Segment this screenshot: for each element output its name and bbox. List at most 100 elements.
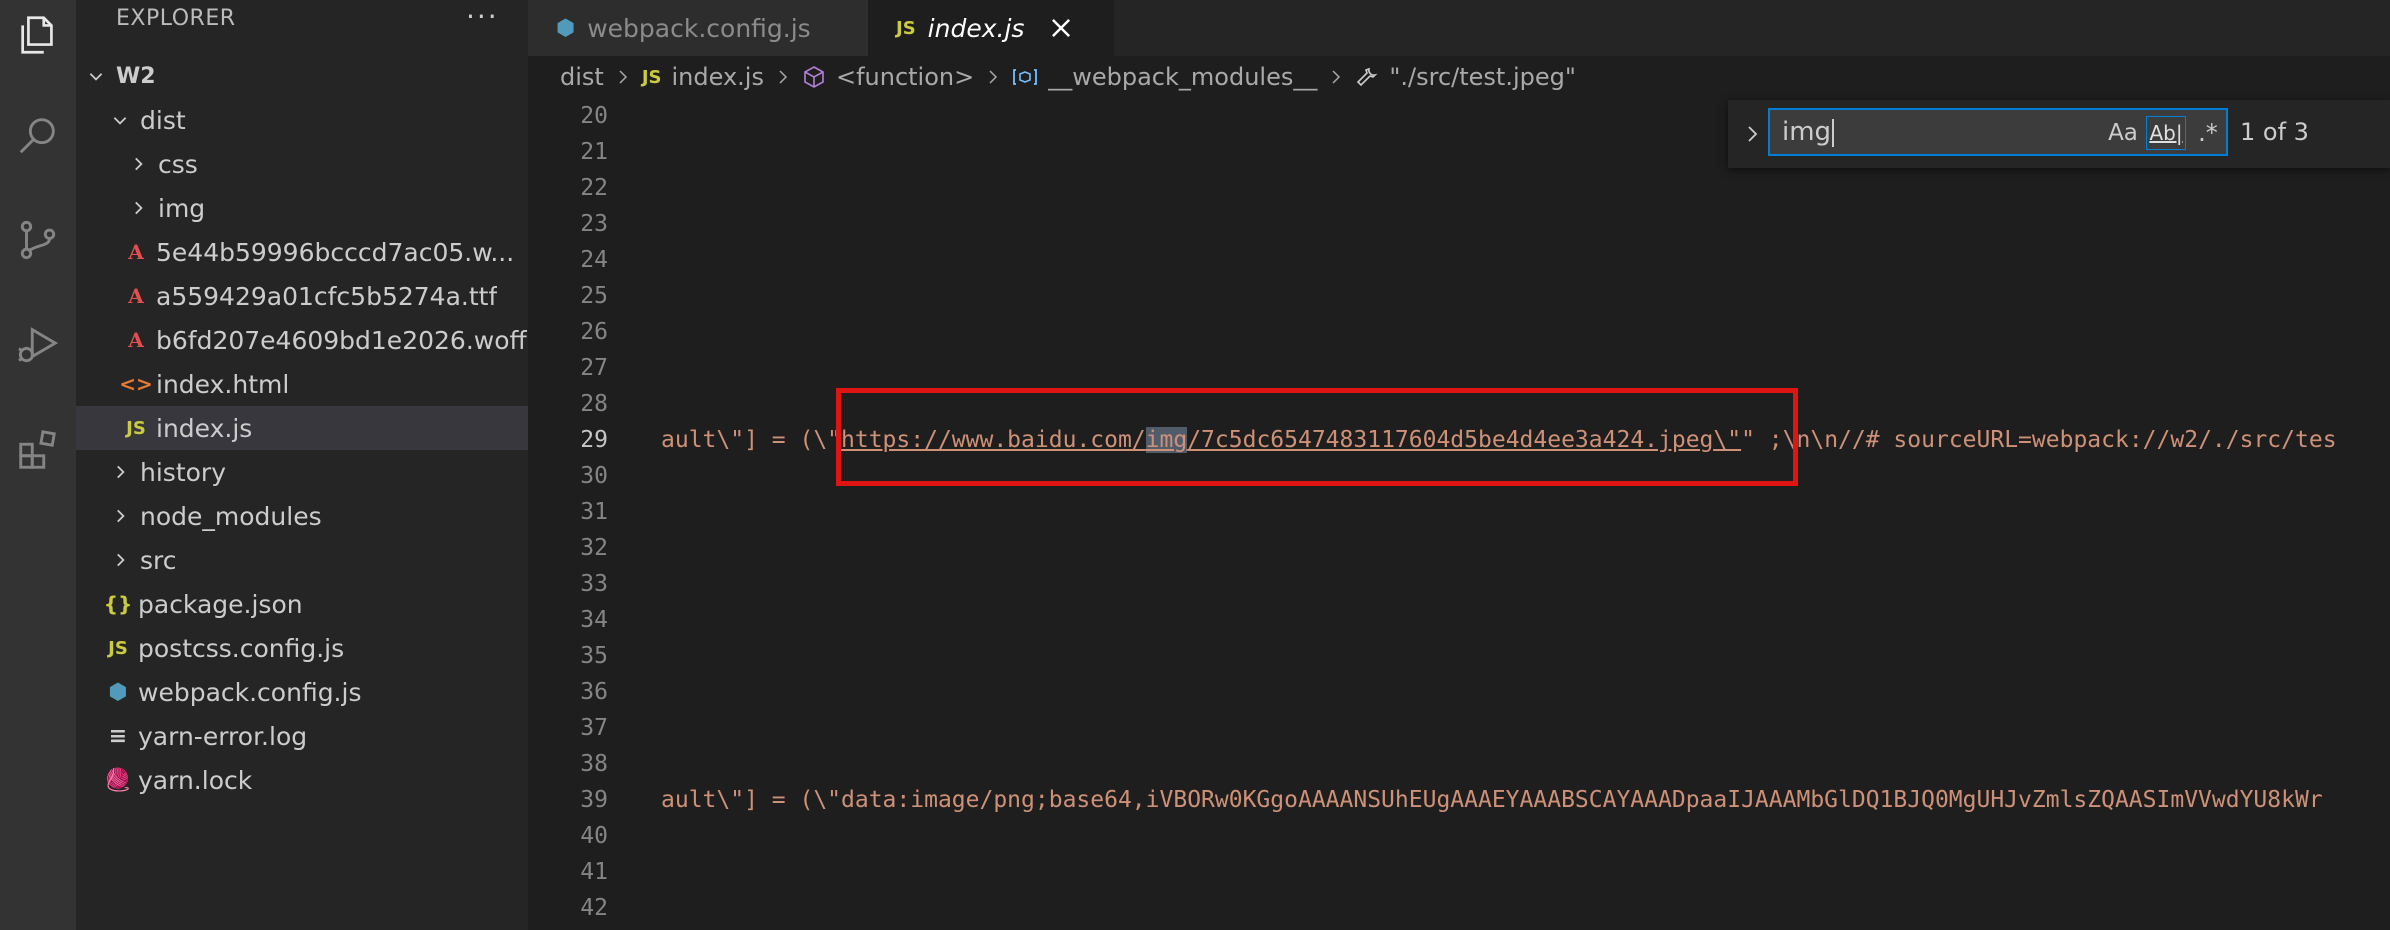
tree-folder-img[interactable]: img [76, 186, 528, 230]
webpack-file-icon: ⬢ [108, 679, 128, 705]
breadcrumb-item-webpack-modules[interactable]: __webpack_modules__ [1048, 63, 1317, 91]
tree-label: b6fd207e4609bd1e2026.woff [156, 325, 527, 355]
breadcrumb-item-function[interactable]: <function> [836, 63, 974, 91]
line-number: 36 [580, 679, 608, 705]
chevron-right-icon [616, 68, 630, 86]
line-number: 39 [580, 787, 608, 813]
tree-file-yarn-lock[interactable]: 🧶 yarn.lock [76, 758, 528, 802]
line-number: 31 [580, 499, 608, 525]
chevron-down-icon [86, 66, 106, 86]
tree-file-font[interactable]: A 5e44b59996bcccd7ac05.w... [76, 230, 528, 274]
tree-file-postcss-config[interactable]: JS postcss.config.js [76, 626, 528, 670]
breadcrumb-item-test-jpeg[interactable]: "./src/test.jpeg" [1389, 63, 1576, 91]
tree-folder-src[interactable]: src [76, 538, 528, 582]
tree-label: img [158, 193, 206, 223]
line-number: 37 [580, 715, 608, 741]
tree-label: history [140, 457, 226, 487]
find-input[interactable]: img Aa Ab| .* [1768, 108, 2228, 156]
line-number: 25 [580, 283, 608, 309]
more-actions-icon[interactable]: ··· [466, 0, 499, 33]
chevron-right-icon [986, 68, 1000, 86]
js-file-icon: JS [896, 17, 916, 39]
tree-file-webpack-config[interactable]: ⬢ webpack.config.js [76, 670, 528, 714]
line-number: 22 [580, 175, 608, 201]
match-whole-word-toggle[interactable]: Ab| [2146, 116, 2186, 150]
tree-label: 5e44b59996bcccd7ac05.w... [156, 237, 515, 267]
line-number: 32 [580, 535, 608, 561]
tree-file-index-js[interactable]: JS index.js [76, 406, 528, 450]
tree-root-w2[interactable]: W2 [76, 54, 528, 98]
chevron-right-icon [110, 462, 130, 482]
line-number: 30 [580, 463, 608, 489]
line-number: 24 [580, 247, 608, 273]
tab-index-js[interactable]: JS index.js [868, 0, 1114, 56]
line-number: 21 [580, 139, 608, 165]
js-file-icon: JS [641, 66, 662, 88]
tree-label: src [140, 545, 177, 575]
red-annotation-box [836, 388, 1798, 486]
line-number-current: 29 [580, 427, 608, 453]
line-number: 28 [580, 391, 608, 417]
chevron-right-icon [110, 550, 130, 570]
chevron-right-icon [128, 154, 148, 174]
log-file-icon: ≡ [108, 723, 128, 749]
tree-file-woff[interactable]: A b6fd207e4609bd1e2026.woff [76, 318, 528, 362]
chevron-right-icon [128, 198, 148, 218]
tree-label: webpack.config.js [138, 677, 362, 707]
js-file-icon: JS [108, 637, 128, 659]
tab-webpack-config[interactable]: ⬢ webpack.config.js [528, 0, 868, 56]
tree-label: index.html [156, 369, 290, 399]
line-number: 20 [580, 103, 608, 129]
source-control-icon[interactable] [0, 205, 76, 275]
extensions-icon[interactable] [0, 415, 76, 485]
line-number: 35 [580, 643, 608, 669]
code-prefix: ault\"] = (\" [661, 427, 842, 453]
regex-toggle[interactable]: .* [2190, 116, 2226, 150]
tab-label: webpack.config.js [587, 13, 811, 43]
find-widget: img Aa Ab| .* 1 of 3 [1728, 100, 2390, 168]
tree-label: index.js [156, 413, 253, 443]
webpack-file-icon: ⬢ [556, 15, 576, 41]
text-caret [1832, 118, 1835, 147]
code-editor[interactable]: 20 21 22 23 24 25 26 27 28 29 30 31 32 3… [528, 98, 2390, 930]
code-line-39[interactable]: ault\"] = (\"data:image/png;base64,iVBOR… [661, 782, 2323, 818]
tree-folder-dist[interactable]: dist [76, 98, 528, 142]
line-number: 34 [580, 607, 608, 633]
tree-label: W2 [116, 63, 156, 89]
font-file-icon: A [128, 240, 144, 264]
breadcrumb-item-dist[interactable]: dist [560, 63, 604, 91]
js-file-icon: JS [126, 417, 146, 439]
tree-folder-css[interactable]: css [76, 142, 528, 186]
breadcrumb-item-index-js[interactable]: index.js [672, 63, 764, 91]
tree-file-ttf[interactable]: A a559429a01cfc5b5274a.ttf [76, 274, 528, 318]
tab-bar: ⬢ webpack.config.js JS index.js [528, 0, 2390, 56]
run-debug-icon[interactable] [0, 310, 76, 380]
tree-file-package-json[interactable]: {} package.json [76, 582, 528, 626]
line-number: 42 [580, 895, 608, 921]
tree-folder-node-modules[interactable]: node_modules [76, 494, 528, 538]
tree-label: package.json [138, 589, 303, 619]
match-case-toggle[interactable]: Aa [2104, 116, 2142, 150]
close-icon[interactable] [1048, 15, 1074, 41]
chevron-down-icon [110, 110, 130, 130]
tree-file-yarn-error-log[interactable]: ≡ yarn-error.log [76, 714, 528, 758]
tab-label: index.js [927, 13, 1025, 43]
tree-label: a559429a01cfc5b5274a.ttf [156, 281, 498, 311]
tree-label: yarn.lock [138, 765, 253, 795]
tree-file-index-html[interactable]: <> index.html [76, 362, 528, 406]
tree-label: node_modules [140, 501, 322, 531]
line-number: 41 [580, 859, 608, 885]
explorer-icon[interactable] [0, 0, 76, 70]
line-number: 27 [580, 355, 608, 381]
line-number: 33 [580, 571, 608, 597]
chevron-right-icon [776, 68, 790, 86]
find-query: img [1782, 117, 1832, 147]
tree-folder-history[interactable]: history [76, 450, 528, 494]
chevron-right-icon[interactable] [1742, 120, 1764, 148]
line-number: 23 [580, 211, 608, 237]
variable-icon [1012, 66, 1038, 88]
activity-bar [0, 0, 76, 930]
breadcrumb: dist JS index.js <function> __webpack_mo… [528, 56, 2390, 98]
search-icon[interactable] [0, 100, 76, 170]
explorer-sidebar: EXPLORER ··· W2 dist css img A 5e44b5999… [76, 0, 528, 930]
